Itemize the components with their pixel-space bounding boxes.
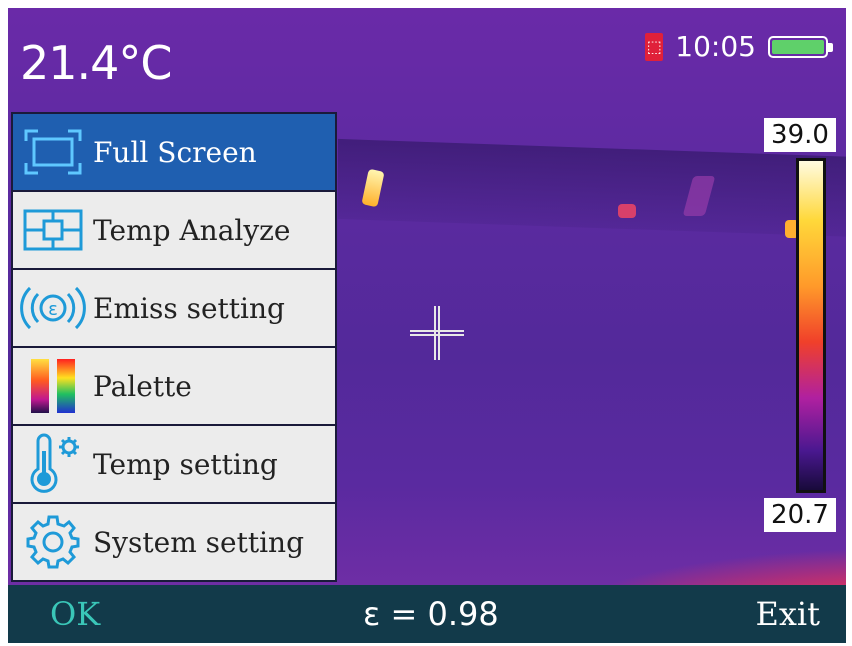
status-bar: ⬚ 10:05 <box>645 30 833 63</box>
menu-item-emiss-setting[interactable]: ε Emiss setting <box>13 270 335 346</box>
temp-analyze-icon <box>13 192 93 268</box>
menu-item-label: Full Screen <box>93 135 257 169</box>
thermometer-gear-icon <box>13 426 93 502</box>
scale-max-label: 39.0 <box>764 118 836 152</box>
emissivity-icon: ε <box>13 270 93 346</box>
menu-item-system-setting[interactable]: System setting <box>13 504 335 580</box>
menu-item-label: Palette <box>93 369 192 403</box>
full-screen-icon <box>13 114 93 190</box>
ok-softkey[interactable]: OK <box>50 595 100 633</box>
center-temperature-readout: 21.4°C <box>20 36 173 90</box>
menu-item-temp-analyze[interactable]: Temp Analyze <box>13 192 335 268</box>
exit-softkey[interactable]: Exit <box>756 595 821 633</box>
scale-min-label: 20.7 <box>764 498 836 532</box>
menu-item-label: Emiss setting <box>93 291 285 325</box>
main-menu: Full Screen Temp Analyze ε Emiss setting… <box>11 112 337 582</box>
battery-icon <box>768 35 833 58</box>
sd-card-icon: ⬚ <box>645 32 664 61</box>
emissivity-readout: ε = 0.98 <box>363 595 499 633</box>
thermal-camera-screen: 21.4°C ⬚ 10:05 Full Screen Temp Analyze … <box>8 8 846 643</box>
menu-item-palette[interactable]: Palette <box>13 348 335 424</box>
svg-text:ε: ε <box>48 299 58 320</box>
gear-icon <box>13 504 93 580</box>
menu-item-label: Temp Analyze <box>93 213 291 247</box>
palette-icon <box>13 348 93 424</box>
menu-item-full-screen[interactable]: Full Screen <box>13 114 335 190</box>
softkey-bar: OK ε = 0.98 Exit <box>8 585 846 643</box>
crosshair-icon <box>410 306 464 360</box>
thermal-image-beam <box>338 138 846 238</box>
clock: 10:05 <box>675 30 756 63</box>
menu-item-label: System setting <box>93 525 304 559</box>
color-scale-bar <box>796 158 826 493</box>
hot-spot <box>618 204 636 218</box>
menu-item-temp-setting[interactable]: Temp setting <box>13 426 335 502</box>
menu-item-label: Temp setting <box>93 447 278 481</box>
